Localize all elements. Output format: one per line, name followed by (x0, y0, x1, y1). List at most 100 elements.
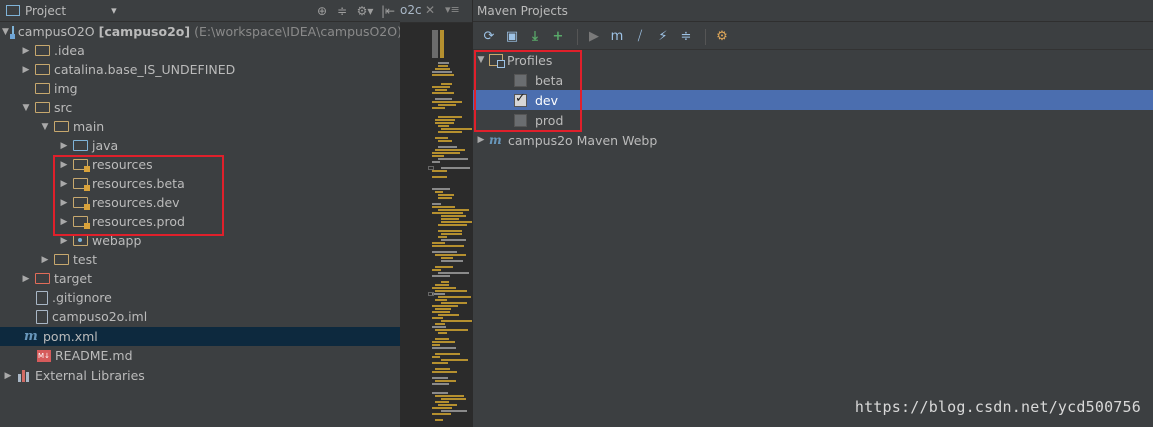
profiles-label: Profiles (507, 52, 553, 68)
tree-item-campuso2o[interactable]: ▼ campusO2O [campuso2o] (E:\workspace\ID… (0, 22, 402, 41)
minimap-line (438, 104, 456, 106)
minimap-line (432, 155, 444, 157)
tree-item-label: campusO2O (17, 24, 95, 39)
tree-item-label: .gitignore (52, 290, 112, 305)
settings-icon[interactable]: ⚙ (712, 27, 732, 47)
chevron-down-icon[interactable]: ▼ (475, 55, 487, 65)
tree-item-resources-beta[interactable]: ▶ resources.beta (0, 174, 400, 193)
maven-tool-window: Maven Projects ⟳ ▣ ⤓ + ▶ m ⧸ ⚡ ≑ ⚙ ▼ Pro… (472, 0, 1153, 427)
editor-scroll-marker (432, 30, 438, 58)
project-title[interactable]: Project (25, 4, 66, 18)
tree-item-img[interactable]: img (0, 79, 400, 98)
chevron-right-icon[interactable]: ▶ (20, 65, 32, 75)
tree-item-idea[interactable]: ▶ .idea (0, 41, 400, 60)
chevron-down-icon[interactable]: ▼ (20, 103, 32, 113)
project-view-dropdown[interactable]: ▾ (111, 4, 117, 17)
close-icon[interactable]: ✕ (425, 3, 435, 17)
chevron-down-icon[interactable]: ▼ (2, 27, 9, 37)
tree-item-label: resources.prod (92, 214, 185, 229)
folder-icon (35, 64, 50, 75)
profile-checkbox-checked[interactable] (514, 91, 527, 107)
tab-list-icon[interactable]: ▾≡ (445, 3, 460, 16)
chevron-right-icon[interactable]: ▶ (20, 46, 32, 56)
tree-item-test[interactable]: ▶ test (0, 250, 400, 269)
toggle-offline-icon[interactable]: ⧸ (630, 27, 650, 47)
minimap-line (441, 221, 472, 223)
gear-icon[interactable]: ⚙▾ (354, 4, 376, 18)
tree-item-resources[interactable]: ▶ resources (0, 155, 400, 174)
execute-goal-icon[interactable]: m (607, 27, 627, 47)
locate-icon[interactable]: ⊕ (314, 4, 330, 18)
maven-project-node[interactable]: ▶ m campus2o Maven Webp (473, 130, 1153, 150)
code-minimap[interactable] (432, 62, 474, 427)
collapse-icon[interactable]: ≑ (334, 4, 350, 18)
chevron-right-icon[interactable]: ▶ (58, 217, 70, 227)
profile-checkbox[interactable] (514, 113, 527, 127)
add-icon[interactable]: + (548, 27, 568, 47)
minimap-line (432, 251, 457, 253)
editor-scroll-marker-accent (440, 30, 444, 58)
chevron-right-icon[interactable]: ▶ (58, 198, 70, 208)
profile-beta[interactable]: beta (473, 70, 1153, 90)
project-view-icon[interactable] (6, 5, 20, 16)
tree-item-catalina[interactable]: ▶ catalina.base_IS_UNDEFINED (0, 60, 400, 79)
minimap-line (438, 125, 449, 127)
minimap-line (432, 269, 441, 271)
tree-item-webapp[interactable]: ▶ webapp (0, 231, 400, 250)
tree-item-target[interactable]: ▶ target (0, 269, 400, 288)
chevron-right-icon[interactable]: ▶ (58, 160, 70, 170)
minimap-line (435, 419, 443, 421)
profile-prod[interactable]: prod (473, 110, 1153, 130)
minimap-line (435, 191, 443, 193)
chevron-right-icon[interactable]: ▶ (39, 255, 51, 265)
minimap-line (432, 86, 450, 88)
tree-item-iml[interactable]: campuso2o.iml (0, 307, 400, 326)
skip-tests-icon[interactable]: ⚡ (653, 27, 673, 47)
resources-folder-icon (73, 178, 90, 191)
tree-item-java[interactable]: ▶ java (0, 136, 400, 155)
run-icon[interactable]: ▶ (584, 27, 604, 47)
tree-item-external-libraries[interactable]: ▶ External Libraries (0, 366, 400, 385)
reimport-icon[interactable]: ⟳ (479, 27, 499, 47)
download-icon[interactable]: ⤓ (525, 27, 545, 47)
minimap-line (438, 272, 469, 274)
chevron-right-icon[interactable]: ▶ (2, 371, 14, 381)
tree-item-gitignore[interactable]: .gitignore (0, 288, 400, 307)
chevron-down-icon[interactable]: ▼ (39, 122, 51, 132)
collapse-all-icon[interactable]: ≑ (676, 27, 696, 47)
profile-dev[interactable]: dev (473, 90, 1153, 110)
tree-item-resources-prod[interactable]: ▶ resources.prod (0, 212, 400, 231)
minimap-line (435, 122, 454, 124)
minimap-line (435, 266, 453, 268)
chevron-right-icon[interactable]: ▶ (475, 135, 487, 145)
chevron-right-icon[interactable]: ▶ (58, 236, 70, 246)
tree-item-src[interactable]: ▼ src (0, 98, 400, 117)
tree-item-label: resources.dev (92, 195, 180, 210)
minimap-line (432, 341, 455, 343)
chevron-right-icon[interactable]: ▶ (20, 274, 32, 284)
tree-item-readme[interactable]: M↓ README.md (0, 346, 400, 365)
chevron-right-icon[interactable]: ▶ (58, 141, 70, 151)
tree-item-pom[interactable]: m pom.xml (0, 327, 400, 346)
maven-header: Maven Projects (473, 0, 1153, 22)
minimap-line (435, 395, 464, 397)
minimap-line (441, 302, 467, 304)
tree-item-resources-dev[interactable]: ▶ resources.dev (0, 193, 400, 212)
tree-item-main[interactable]: ▼ main (0, 117, 400, 136)
minimap-line (438, 62, 449, 64)
profile-checkbox[interactable] (514, 73, 527, 87)
folder-icon (35, 45, 50, 56)
minimap-line (435, 137, 448, 139)
profiles-node[interactable]: ▼ Profiles (473, 50, 1153, 70)
minimap-line (432, 212, 463, 214)
watermark: https://blog.csdn.net/ycd500756 (854, 398, 1141, 416)
minimap-line (438, 209, 469, 211)
hide-icon[interactable]: |⇤ (380, 4, 396, 18)
editor-tab[interactable]: o2c (400, 3, 422, 17)
minimap-line (435, 308, 451, 310)
minimap-line (432, 371, 457, 373)
generate-sources-icon[interactable]: ▣ (502, 27, 522, 47)
minimap-line (441, 257, 453, 259)
minimap-line (438, 404, 457, 406)
chevron-right-icon[interactable]: ▶ (58, 179, 70, 189)
